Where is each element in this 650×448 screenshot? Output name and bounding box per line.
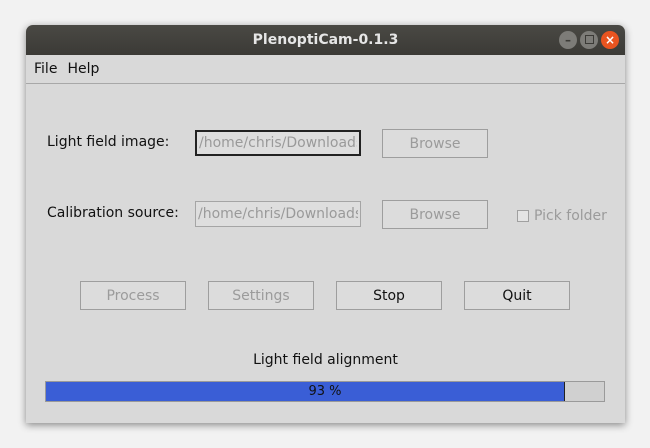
stop-button[interactable]: Stop [336,281,442,310]
light-field-browse-button[interactable]: Browse [382,129,488,158]
calibration-browse-button[interactable]: Browse [382,200,488,229]
menu-file[interactable]: File [29,61,62,77]
minimize-icon[interactable]: – [559,31,577,49]
pick-folder-checkbox[interactable]: Pick folder [517,208,607,224]
checkbox-box[interactable] [517,210,529,222]
app-window: PlenoptiCam-0.1.3 – × File Help Light fi… [26,25,625,423]
menu-bar: File Help [26,55,625,84]
light-field-path-input[interactable] [195,130,361,156]
calibration-path-input[interactable] [195,201,361,227]
title-bar[interactable]: PlenoptiCam-0.1.3 – × [26,25,625,55]
quit-button[interactable]: Quit [464,281,570,310]
process-button[interactable]: Process [80,281,186,310]
status-label: Light field alignment [253,352,398,368]
window-title: PlenoptiCam-0.1.3 [252,32,399,48]
window-controls: – × [559,31,619,49]
close-icon[interactable]: × [601,31,619,49]
progress-text: 93 % [308,384,342,399]
settings-button[interactable]: Settings [208,281,314,310]
light-field-image-label: Light field image: [47,134,170,150]
pick-folder-label: Pick folder [534,208,607,224]
menu-help[interactable]: Help [62,61,104,77]
maximize-icon[interactable] [580,31,598,49]
progress-bar: 93 % [45,381,605,402]
calibration-source-label: Calibration source: [47,205,179,221]
